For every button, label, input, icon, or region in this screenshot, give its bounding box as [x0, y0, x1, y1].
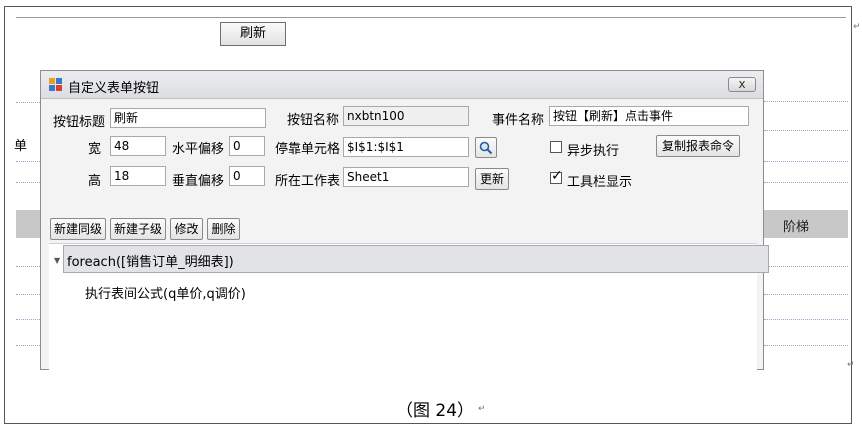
figure-caption: （图 24）: [396, 401, 475, 421]
tree-node-root[interactable]: foreach([销售订单_明细表]): [63, 245, 769, 273]
h-offset-input[interactable]: 0: [229, 136, 265, 156]
grid-header-label: 阶梯: [783, 220, 810, 235]
async-checkbox[interactable]: [550, 141, 562, 153]
event-name-input[interactable]: 按钮【刷新】点击事件: [549, 106, 749, 126]
width-label: 宽: [88, 142, 102, 157]
custom-form-button-dialog: 自定义表单按钮 x 按钮标题 刷新 按钮名称 nxbtn100 事件名称 按钮【…: [40, 70, 769, 372]
height-input[interactable]: 18: [110, 166, 166, 186]
dock-cell-search-button[interactable]: [475, 137, 497, 158]
collapse-arrow-icon[interactable]: ▼: [54, 256, 60, 265]
dock-cell-input[interactable]: $I$1:$I$1: [343, 137, 469, 157]
height-label: 高: [88, 174, 102, 189]
copy-report-command-button[interactable]: 复制报表命令: [656, 135, 740, 157]
app-icon: [49, 78, 62, 91]
toolbar-checkbox[interactable]: ✓: [550, 168, 563, 184]
sheet-refresh-button[interactable]: 刷新: [220, 22, 286, 46]
sheet-input[interactable]: Sheet1: [343, 167, 469, 187]
v-offset-input[interactable]: 0: [229, 166, 265, 186]
toolbar-label: 工具栏显示: [567, 175, 633, 190]
sheet-cell-fragment: 单: [14, 139, 28, 154]
dock-cell-label: 停靠单元格: [275, 142, 341, 157]
dialog-title: 自定义表单按钮: [68, 81, 160, 96]
search-icon: [479, 141, 493, 155]
delete-button[interactable]: 删除: [207, 218, 240, 240]
close-button[interactable]: x: [728, 77, 756, 92]
async-label: 异步执行: [567, 144, 620, 159]
button-name-label: 按钮名称: [287, 113, 340, 128]
close-icon: x: [738, 77, 746, 91]
dialog-titlebar: 自定义表单按钮 x: [41, 71, 763, 99]
check-icon: ✓: [551, 168, 563, 184]
button-name-input: nxbtn100: [343, 106, 469, 126]
event-name-label: 事件名称: [492, 113, 545, 128]
width-input[interactable]: 48: [110, 136, 166, 156]
h-offset-label: 水平偏移: [172, 142, 225, 157]
v-offset-label: 垂直偏移: [172, 174, 225, 189]
tree-node-child[interactable]: 执行表间公式(q单价,q调价): [85, 283, 246, 302]
sheet-top-line: [16, 17, 846, 18]
modify-button[interactable]: 修改: [170, 218, 203, 240]
button-title-input[interactable]: 刷新: [110, 108, 266, 128]
command-tree: ▼ foreach([销售订单_明细表]) 执行表间公式(q单价,q调价): [49, 243, 769, 372]
sheet-label: 所在工作表: [275, 174, 341, 189]
new-sibling-button[interactable]: 新建同级: [50, 218, 106, 240]
tree-node-root-label: foreach([销售订单_明细表]): [67, 255, 234, 270]
new-child-button[interactable]: 新建子级: [110, 218, 166, 240]
update-button[interactable]: 更新: [475, 168, 509, 190]
button-title-label: 按钮标题: [53, 115, 106, 130]
